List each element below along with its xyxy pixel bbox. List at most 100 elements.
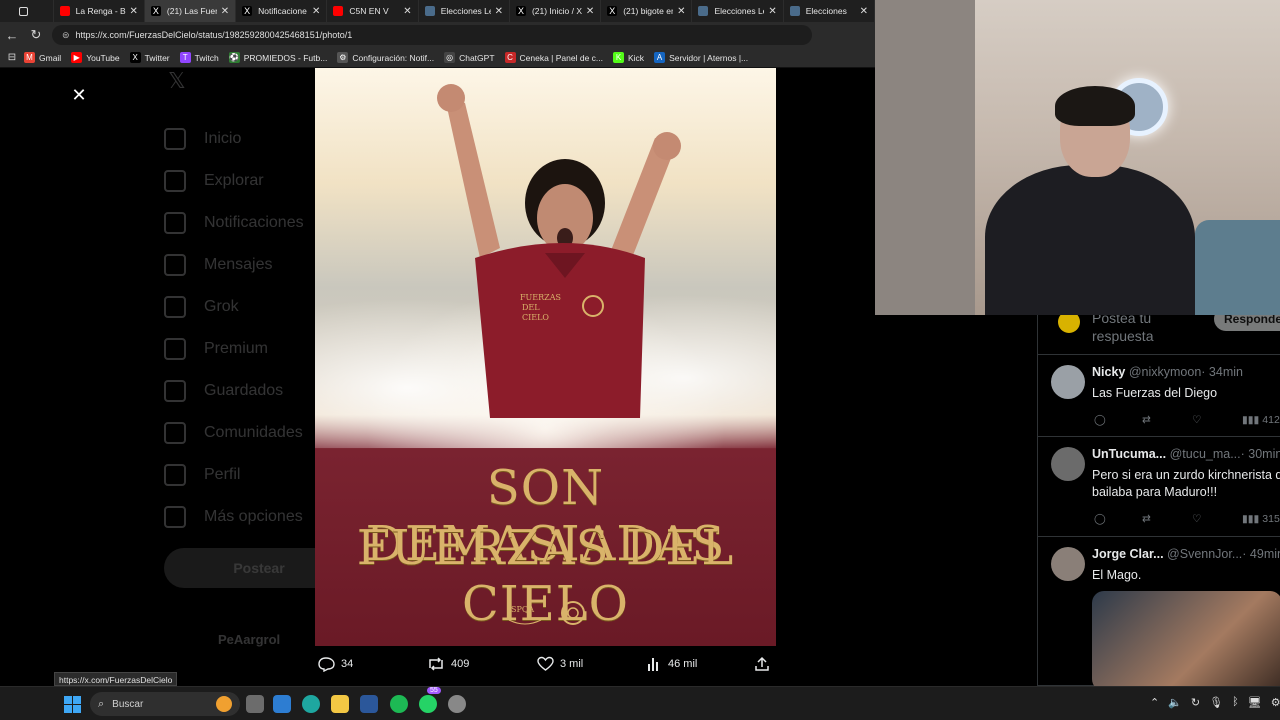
views-action[interactable]: ▮▮▮ 315 xyxy=(1242,513,1280,525)
svg-text:DEL: DEL xyxy=(522,303,540,312)
tab-actions-icon[interactable] xyxy=(0,0,54,22)
repost-icon[interactable]: ⇄ xyxy=(1142,513,1151,525)
reply-author[interactable]: UnTucuma... xyxy=(1092,447,1166,461)
close-photo-button[interactable]: ✕ xyxy=(68,84,90,106)
repost-action[interactable]: 409 xyxy=(427,656,469,672)
site-info-icon[interactable]: ⊜ xyxy=(62,30,70,41)
avatar[interactable] xyxy=(1051,365,1085,399)
close-tab-icon[interactable]: ✕ xyxy=(130,6,138,17)
steam-icon[interactable] xyxy=(448,695,466,713)
word-icon[interactable] xyxy=(360,695,378,713)
bookmark-favicon-icon: T xyxy=(179,52,191,63)
avatar[interactable] xyxy=(1051,547,1085,581)
reply-icon[interactable]: ◯ xyxy=(1094,414,1106,426)
search-highlight-icon xyxy=(216,696,232,712)
browser-tab[interactable]: C5N EN V ✕ xyxy=(327,0,419,22)
browser-tab[interactable]: X Notificacione ✕ xyxy=(236,0,328,22)
reply-author[interactable]: Nicky xyxy=(1092,365,1125,379)
reply-action[interactable]: 34 xyxy=(318,656,353,672)
bookmark-item[interactable]: A Servidor | Aternos |... xyxy=(654,52,748,63)
whatsapp-icon[interactable]: 55 xyxy=(419,687,441,713)
sidebar-item-label: Mensajes xyxy=(204,256,273,273)
bluetooth-icon[interactable]: ᛒ xyxy=(1232,696,1239,709)
reply-views: 412 xyxy=(1262,414,1280,426)
close-tab-icon[interactable]: ✕ xyxy=(312,6,320,17)
reply-icon[interactable]: ◯ xyxy=(1094,513,1106,525)
share-action[interactable] xyxy=(754,656,776,672)
browser-tab[interactable]: La Renga - Bal ✕ xyxy=(54,0,145,22)
bookmark-item[interactable]: ⚽ PROMIEDOS - Futb... xyxy=(228,52,327,63)
reply-handle[interactable]: @nixkymoon xyxy=(1129,365,1201,379)
reply-header: Nicky @nixkymoon· 34min xyxy=(1092,365,1243,379)
bookmark-item[interactable]: ▶ YouTube xyxy=(71,52,120,63)
heart-icon[interactable]: ♡ xyxy=(1192,513,1201,525)
reply-handle[interactable]: @SvennJor... xyxy=(1167,547,1242,561)
svg-text:SPQA: SPQA xyxy=(511,605,534,614)
close-tab-icon[interactable]: ✕ xyxy=(768,6,776,17)
file-explorer-icon[interactable] xyxy=(331,695,349,713)
bookmark-item[interactable]: C Ceneka | Panel de c... xyxy=(504,52,603,63)
sync-icon[interactable]: ↻ xyxy=(1191,696,1200,709)
sidebar-item-label: Notificaciones xyxy=(204,214,304,231)
reply-item[interactable]: UnTucuma... @tucu_ma...· 30min Pero si er… xyxy=(1038,437,1280,537)
repost-icon[interactable]: ⇄ xyxy=(1142,414,1151,426)
browser-tab[interactable]: X (21) Las Fuerza ✕ xyxy=(144,0,237,22)
views-count: 46 mil xyxy=(668,658,698,670)
desktop-app-icon[interactable] xyxy=(273,695,291,713)
sidebar-item-icon xyxy=(164,422,186,444)
reload-icon[interactable]: ↻ xyxy=(24,27,48,43)
bookmark-item[interactable]: ⚙ Configuración: Notif... xyxy=(337,52,434,63)
bookmark-item[interactable]: X Twitter xyxy=(129,52,170,63)
close-tab-icon[interactable]: ✕ xyxy=(403,6,411,17)
sidebar-item-label: Guardados xyxy=(204,382,284,399)
settings-icon[interactable]: ⚙ xyxy=(1271,696,1280,709)
reply-item[interactable]: Nicky @nixkymoon· 34min Las Fuerzas del D… xyxy=(1038,355,1280,437)
bookmark-item[interactable]: M Gmail xyxy=(24,52,61,63)
task-view-icon[interactable] xyxy=(246,695,264,713)
reply-handle[interactable]: @tucu_ma... xyxy=(1170,447,1241,461)
browser-tab[interactable]: Elecciones Leg ✕ xyxy=(692,0,784,22)
network-icon[interactable]: 🖥 xyxy=(1248,696,1262,709)
sidebar-item-label: Grok xyxy=(204,298,239,315)
chevron-up-icon[interactable]: ⌃ xyxy=(1150,696,1159,709)
close-tab-icon[interactable]: ✕ xyxy=(860,6,868,17)
reply-attached-photo[interactable] xyxy=(1092,591,1280,686)
views-icon: ▮▮▮ xyxy=(1242,513,1260,525)
views-action[interactable]: 46 mil xyxy=(646,656,697,672)
bookmark-item[interactable]: K Kick xyxy=(613,52,644,63)
browser-tab[interactable]: Elecciones ✕ xyxy=(784,0,876,22)
browser-tab[interactable]: X (21) Inicio / X ✕ xyxy=(510,0,602,22)
sidebar-item-icon xyxy=(164,380,186,402)
volume-icon[interactable]: 🔈 xyxy=(1168,696,1182,709)
edge-icon[interactable] xyxy=(302,695,320,713)
close-tab-icon[interactable]: ✕ xyxy=(221,6,229,17)
bookmark-favicon-icon: ⚙ xyxy=(337,52,349,63)
url-field[interactable]: ⊜ https://x.com/FuerzasDelCielo/status/1… xyxy=(52,25,812,45)
like-action[interactable]: 3 mil xyxy=(537,656,583,672)
back-icon[interactable]: ← xyxy=(0,28,24,43)
reply-submit-button[interactable]: Responder xyxy=(1214,315,1280,331)
close-tab-icon[interactable]: ✕ xyxy=(495,6,503,17)
close-tab-icon[interactable]: ✕ xyxy=(586,6,594,17)
reply-item[interactable]: Jorge Clar... @SvennJor...· 49min El Mago… xyxy=(1038,537,1280,686)
microphone-icon[interactable]: 🎙 xyxy=(1209,696,1223,709)
taskbar-search[interactable]: ⌕ Buscar xyxy=(90,692,240,716)
reply-input[interactable]: Postea tu respuesta xyxy=(1092,315,1202,345)
windows-start-icon[interactable] xyxy=(64,696,81,713)
apps-icon[interactable]: ⊟ xyxy=(0,52,24,63)
sidebar-item-icon xyxy=(164,464,186,486)
bookmark-item[interactable]: T Twitch xyxy=(179,52,219,63)
status-url: https://x.com/FuerzasDelCielo xyxy=(54,672,178,686)
heart-icon[interactable]: ♡ xyxy=(1192,414,1201,426)
avatar[interactable] xyxy=(1051,447,1085,481)
x-icon: X xyxy=(242,6,253,16)
bookmark-item[interactable]: ◎ ChatGPT xyxy=(444,52,495,63)
views-action[interactable]: ▮▮▮ 412 xyxy=(1242,414,1280,426)
reply-author[interactable]: Jorge Clar... xyxy=(1092,547,1164,561)
reply-composer[interactable]: Postea tu respuesta Responder xyxy=(1038,315,1280,355)
browser-tab[interactable]: X (21) bigote en ✕ xyxy=(601,0,693,22)
close-tab-icon[interactable]: ✕ xyxy=(677,6,685,17)
repost-icon xyxy=(429,657,443,671)
browser-tab[interactable]: Elecciones Leg ✕ xyxy=(419,0,510,22)
spotify-icon[interactable] xyxy=(390,695,408,713)
